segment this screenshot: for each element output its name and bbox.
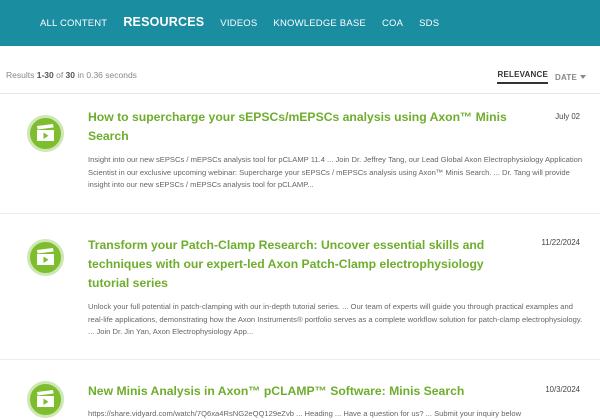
sort-options: RELEVANCE DATE <box>497 70 586 84</box>
clapperboard-icon <box>37 248 54 265</box>
results-time: in 0.36 seconds <box>75 70 137 80</box>
result-date: 10/3/2024 <box>545 385 580 394</box>
sort-date-label: DATE <box>555 72 577 82</box>
top-nav: ALL CONTENT RESOURCES VIDEOS KNOWLEDGE B… <box>0 0 600 46</box>
nav-coa[interactable]: COA <box>382 18 403 29</box>
results-prefix: Results <box>6 70 37 80</box>
results-of: of <box>53 70 66 80</box>
nav-knowledge-base[interactable]: KNOWLEDGE BASE <box>273 18 366 29</box>
result-description: Unlock your full potential in patch-clam… <box>88 302 583 337</box>
caret-down-icon <box>580 75 586 80</box>
nav-videos[interactable]: VIDEOS <box>220 18 257 29</box>
result-title[interactable]: New Minis Analysis in Axon™ pCLAMP™ Soft… <box>88 382 518 401</box>
results-bar: Results 1-30 of 30 in 0.36 seconds RELEV… <box>0 60 600 94</box>
video-icon[interactable] <box>27 115 64 152</box>
result-title[interactable]: Transform your Patch-Clamp Research: Unc… <box>88 236 518 293</box>
nav-all-content[interactable]: ALL CONTENT <box>40 18 107 29</box>
result-title[interactable]: How to supercharge your sEPSCs/mEPSCs an… <box>88 108 518 146</box>
nav-items: ALL CONTENT RESOURCES VIDEOS KNOWLEDGE B… <box>40 15 455 29</box>
divider <box>0 213 600 214</box>
results-total: 30 <box>65 70 76 80</box>
sort-date[interactable]: DATE <box>555 73 586 82</box>
result-date: 11/22/2024 <box>541 238 580 247</box>
clapperboard-icon <box>37 124 54 141</box>
nav-sds[interactable]: SDS <box>419 18 439 29</box>
clapperboard-icon <box>37 390 54 407</box>
video-icon[interactable] <box>27 381 64 418</box>
sort-relevance[interactable]: RELEVANCE <box>497 70 549 84</box>
video-icon[interactable] <box>27 239 64 276</box>
divider <box>0 359 600 360</box>
results-summary: Results 1-30 of 30 in 0.36 seconds <box>6 70 137 80</box>
result-description: Insight into our new sEPSCs / mEPSCs ana… <box>88 155 583 190</box>
result-date: July 02 <box>555 112 580 121</box>
result-description: https://share.vidyard.com/watch/7Q6xa4Rs… <box>88 409 522 418</box>
results-range: 1-30 <box>36 70 54 80</box>
nav-resources[interactable]: RESOURCES <box>123 15 204 29</box>
